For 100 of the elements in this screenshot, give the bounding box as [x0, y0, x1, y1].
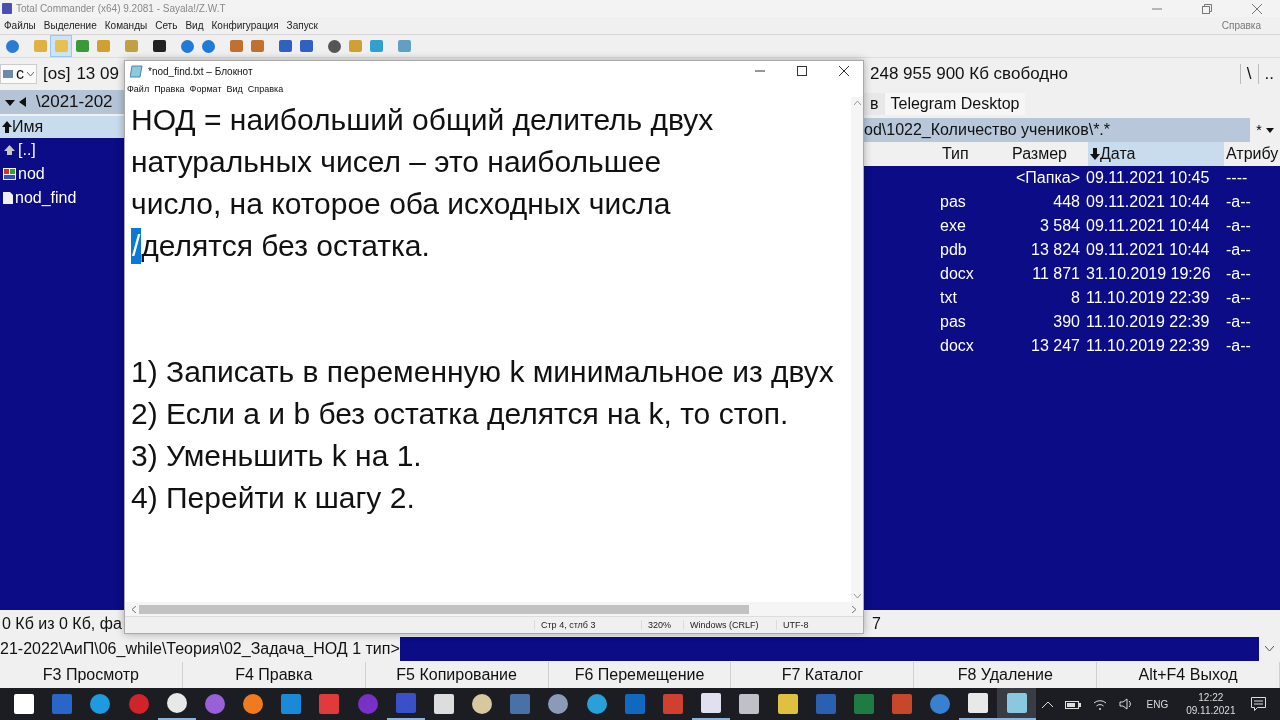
path-bar[interactable]: od\1022_Количество учеников\*.*: [864, 118, 1250, 142]
file-name[interactable]: [..]: [18, 141, 36, 159]
file-date: 09.11.2021 10:45: [1086, 169, 1210, 186]
up-button[interactable]: ..: [1257, 64, 1280, 84]
file-attributes: -a--: [1226, 193, 1251, 210]
file-size: 13 824: [1031, 241, 1080, 258]
horizontal-scrollbar[interactable]: [125, 602, 863, 616]
free-space: 248 955 900 Кб свободно: [870, 64, 1068, 84]
menu-item[interactable]: Справка: [1221, 20, 1266, 31]
text-line: 3) Уменьшить k на 1.: [131, 439, 422, 472]
file-type: pdb: [940, 241, 967, 258]
text-line: натуральных чисел – это наибольшее: [131, 145, 662, 178]
battery-icon[interactable]: [1065, 699, 1082, 709]
file-date: 11.10.2019 22:39: [1086, 337, 1210, 354]
text-line: делятся без остатка.: [141, 229, 430, 262]
menu-item[interactable]: Конфигурация: [211, 20, 284, 31]
menu-item[interactable]: Формат: [189, 84, 222, 94]
menu-item[interactable]: Выделение: [43, 20, 102, 31]
file-attributes: ----: [1226, 169, 1248, 186]
column-header[interactable]: Дата: [1088, 142, 1224, 166]
scroll-up-icon[interactable]: [853, 100, 861, 105]
file-size: 11 871: [1032, 265, 1080, 282]
menu-item[interactable]: Сеть: [155, 20, 183, 31]
drive-dropdown[interactable]: c: [0, 64, 37, 84]
window-title: *nod_find.txt – Блокнот: [148, 65, 253, 77]
file-date: 09.11.2021 10:44: [1086, 241, 1210, 258]
status-text: Стр 4, стлб 3: [534, 620, 641, 630]
caret-icon[interactable]: [1265, 646, 1274, 652]
file-size: 8: [1071, 289, 1080, 306]
file-name[interactable]: nod: [18, 165, 45, 183]
root-button[interactable]: \: [1239, 64, 1258, 84]
file-size: 3 584: [1039, 217, 1080, 234]
column-header[interactable]: Размер: [1010, 142, 1088, 166]
menu-item[interactable]: Правка: [154, 84, 185, 94]
status-text: 7: [872, 615, 881, 632]
drive-icon: [3, 70, 13, 78]
file-date: 31.10.2019 19:26: [1086, 265, 1211, 282]
selected-text: /: [131, 228, 142, 264]
menu-item[interactable]: Файлы: [4, 20, 41, 31]
menu-item[interactable]: Вид: [185, 20, 209, 31]
column-header[interactable]: Имя: [0, 116, 124, 138]
scroll-left-icon[interactable]: [131, 605, 136, 613]
status-text: Windows (CRLF): [683, 620, 776, 630]
speaker-icon[interactable]: [1118, 698, 1133, 710]
caret-icon: [1265, 127, 1274, 133]
menu-item[interactable]: Команды: [104, 20, 153, 31]
file-type: pas: [940, 313, 966, 330]
text-line: 1) Записать в переменную k минимальное из двух: [131, 355, 834, 388]
window-title: Total Commander (x64) 9.2081 - Sayala!/Z.W.T: [16, 3, 226, 14]
menu-item[interactable]: Вид: [226, 84, 243, 94]
clock-time[interactable]: 12:22: [1198, 691, 1224, 704]
menu-item[interactable]: Запуск: [286, 20, 323, 31]
text-line: 2) Если a и b без остатка делятся на k, то стоп.: [131, 397, 789, 430]
file-date: 11.10.2019 22:39: [1086, 313, 1210, 330]
file-attributes: -a--: [1226, 265, 1251, 282]
file-date: 09.11.2021 10:44: [1086, 193, 1210, 210]
command-prompt: 21-2022\АиП\06_while\Теория\02_Задача_НОД 1 тип>: [0, 640, 400, 658]
file-attributes: -a--: [1226, 313, 1251, 330]
language-indicator[interactable]: ENG: [1146, 698, 1169, 710]
wifi-icon[interactable]: [1093, 698, 1107, 710]
path-bar[interactable]: \2021-202: [0, 90, 124, 114]
file-attributes: -a--: [1226, 241, 1251, 258]
folder-tab[interactable]: Telegram Desktop: [884, 93, 1026, 115]
column-label: Имя: [12, 118, 44, 136]
folder-tab[interactable]: в: [864, 93, 885, 115]
up-arrow-icon: [3, 144, 16, 156]
column-header[interactable]: Тип: [940, 142, 1010, 166]
file-size: 13 247: [1031, 337, 1080, 354]
file-size: 390: [1053, 313, 1080, 330]
status-text: 0 Кб из 0 Кб, фа: [2, 615, 122, 632]
file-type: exe: [940, 217, 966, 234]
filter-dropdown[interactable]: *: [1250, 122, 1280, 138]
file-attributes: -a--: [1226, 217, 1251, 234]
file-type: docx: [940, 337, 974, 354]
volume-label: [os]: [43, 64, 71, 84]
notification-icon[interactable]: [1251, 697, 1267, 711]
path-text: \2021-202: [36, 92, 113, 112]
file-date: 11.10.2019 22:39: [1086, 289, 1210, 306]
file-icon: [3, 192, 13, 204]
file-type: docx: [940, 265, 974, 282]
column-header[interactable]: Атрибу: [1224, 142, 1279, 166]
text-line: 4) Перейти к шагу 2.: [131, 481, 415, 514]
command-field[interactable]: [399, 637, 1259, 661]
status-text: UTF-8: [776, 620, 863, 630]
status-text: 320%: [641, 620, 683, 630]
vertical-scrollbar[interactable]: [851, 97, 863, 602]
menu-item[interactable]: Справка: [247, 84, 284, 94]
file-attributes: -a--: [1226, 337, 1251, 354]
chevron-up-icon[interactable]: [1041, 700, 1054, 708]
scroll-down-icon[interactable]: [853, 594, 861, 599]
file-size: 448: [1053, 193, 1080, 210]
text-line: число, на которое оба исходных числа: [131, 187, 671, 220]
free-space: 13 09: [76, 64, 119, 84]
file-name[interactable]: nod_find: [15, 189, 77, 207]
sort-arrow-icon: [1090, 148, 1100, 160]
file-type: txt: [940, 289, 957, 306]
clock-date[interactable]: 09.11.2021: [1186, 704, 1236, 717]
menu-item[interactable]: Файл: [127, 84, 150, 94]
file-type: pas: [940, 193, 966, 210]
scroll-right-icon[interactable]: [852, 605, 857, 613]
